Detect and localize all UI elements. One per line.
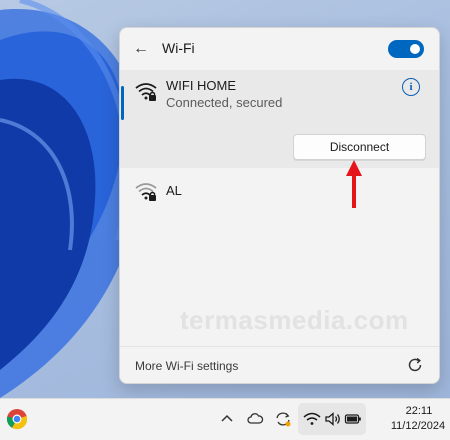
toggle-knob (410, 44, 420, 54)
refresh-icon[interactable] (406, 356, 424, 374)
wifi-toggle[interactable] (388, 40, 424, 58)
watermark: termasmedia.com (180, 305, 409, 335)
network-item-wifi-home[interactable]: WIFI HOME Connected, secured i Disconnec… (120, 70, 439, 168)
wifi-panel: ← Wi-Fi WIFI HOME Connected, secured i D… (119, 27, 440, 384)
cloud-icon[interactable] (246, 410, 264, 428)
quick-settings-button[interactable] (298, 403, 366, 435)
disconnect-button[interactable]: Disconnect (293, 134, 426, 160)
wifi-icon (303, 412, 321, 425)
panel-title: Wi-Fi (162, 40, 195, 56)
panel-header: ← Wi-Fi (120, 28, 439, 70)
more-wifi-settings-link[interactable]: More Wi-Fi settings (135, 359, 238, 373)
panel-footer: More Wi-Fi settings (120, 346, 439, 383)
selection-indicator (121, 86, 124, 120)
taskbar: 22:11 11/12/2024 (0, 398, 450, 440)
clock-date[interactable]: 11/12/2024 (389, 420, 447, 432)
wifi-secured-icon (135, 183, 157, 201)
wifi-secured-icon (135, 83, 157, 101)
network-status: Connected, secured (166, 95, 283, 110)
sync-icon[interactable] (274, 410, 292, 428)
info-icon[interactable]: i (402, 78, 420, 96)
network-name: WIFI HOME (166, 78, 237, 93)
volume-icon (325, 412, 340, 426)
back-arrow-icon[interactable]: ← (131, 39, 151, 59)
chrome-icon[interactable] (6, 408, 28, 430)
network-item-al[interactable]: AL (120, 173, 439, 209)
battery-icon (344, 414, 361, 424)
clock-time[interactable]: 22:11 (394, 405, 444, 417)
network-name: AL (166, 183, 182, 198)
chevron-up-icon[interactable] (218, 410, 236, 428)
red-arrow-annotation (346, 160, 362, 208)
